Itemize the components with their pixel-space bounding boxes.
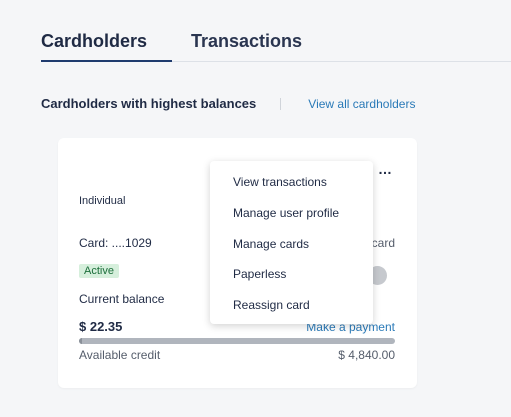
current-balance-value: $ 22.35 [79,319,123,334]
available-credit-value: $ 4,840.00 [338,348,395,362]
menu-item-reassign-card[interactable]: Reassign card [233,298,310,312]
menu-item-manage-cards[interactable]: Manage cards [233,237,309,251]
more-options-icon[interactable]: … [378,162,392,176]
section-header: Cardholders with highest balances View a… [41,96,415,111]
status-badge: Active [79,264,119,278]
credit-usage-fill [79,338,83,344]
menu-item-manage-user-profile[interactable]: Manage user profile [233,206,339,220]
current-balance-label: Current balance [79,292,165,306]
cardholder-type: Individual [79,195,126,207]
tab-transactions[interactable]: Transactions [191,31,302,52]
menu-item-view-transactions[interactable]: View transactions [233,175,327,189]
tab-cardholders[interactable]: Cardholders [41,31,147,52]
section-separator [280,97,282,110]
card-number: Card: ....1029 [79,236,152,250]
section-title: Cardholders with highest balances [41,96,257,111]
credit-usage-bar [79,338,395,344]
card-action-partial: card [371,236,395,250]
menu-item-paperless[interactable]: Paperless [233,267,286,281]
card-actions-menu: View transactions Manage user profile Ma… [210,161,373,324]
view-all-cardholders-link[interactable]: View all cardholders [308,97,415,111]
available-credit-label: Available credit [79,348,161,362]
active-tab-indicator [41,60,172,62]
